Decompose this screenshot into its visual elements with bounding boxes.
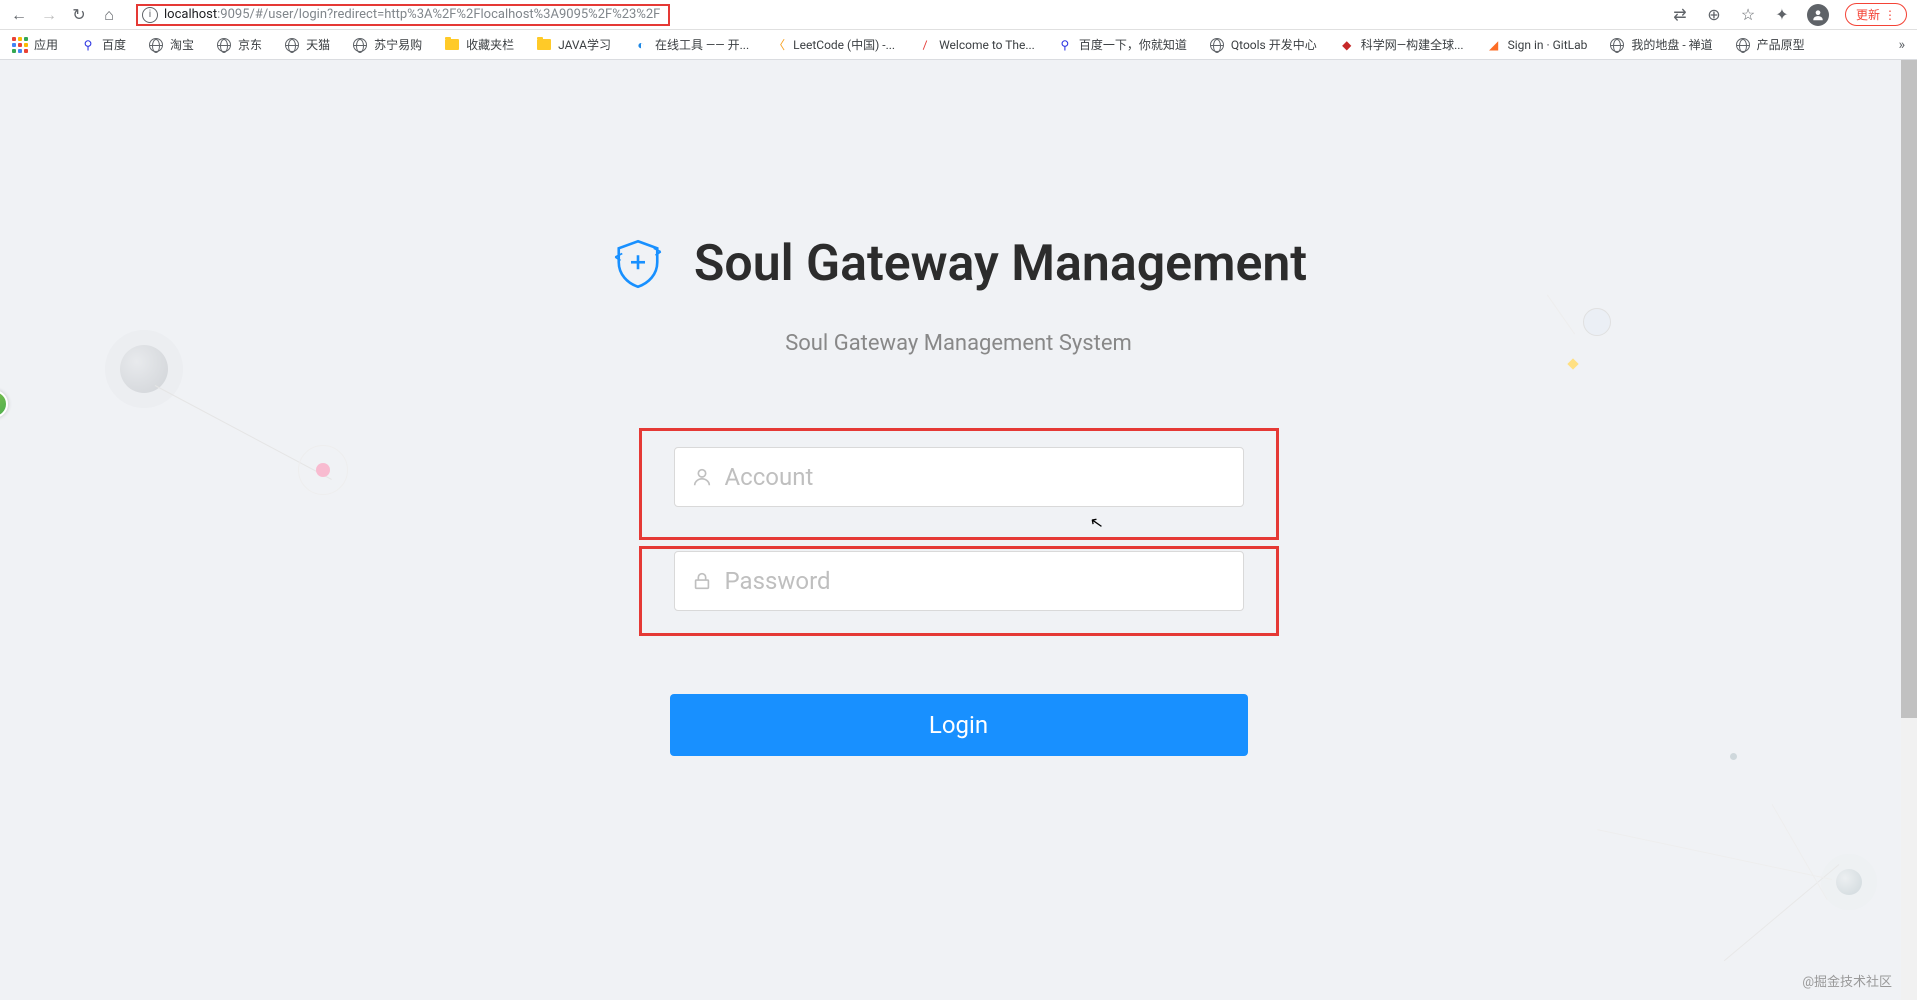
forward-button[interactable]: → [40,6,58,24]
login-button[interactable]: Login [670,694,1248,756]
globe-icon [284,37,300,53]
account-input[interactable] [725,463,1227,491]
globe-icon [1209,37,1225,53]
folder-icon [536,37,552,53]
decoration [1836,869,1862,895]
logo-title-row: Soul Gateway Management [0,235,1917,293]
paw-icon: ⚲ [1057,37,1073,53]
site-info-icon[interactable]: i [142,7,158,23]
bookmark-taobao[interactable]: 淘宝 [148,36,194,53]
bookmark-gitlab[interactable]: ◢Sign in · GitLab [1486,37,1588,53]
profile-avatar[interactable] [1807,4,1829,26]
home-button[interactable]: ⌂ [100,6,118,24]
bookmark-baidu2[interactable]: ⚲百度一下，你就知道 [1057,36,1187,53]
bookmark-welcome[interactable]: /Welcome to The... [917,37,1035,53]
page-subtitle: Soul Gateway Management System [0,331,1917,356]
globe-icon [216,37,232,53]
watermark-text: @掘金技术社区 [1802,971,1892,990]
bookmark-folder-java[interactable]: JAVA学习 [536,36,611,53]
password-input-wrap[interactable] [674,551,1244,611]
password-field-highlight [639,546,1279,636]
extensions-icon[interactable]: ✦ [1773,6,1791,24]
page-title: Soul Gateway Management [694,235,1307,293]
decoration [1821,854,1877,910]
folder-icon [444,37,460,53]
bookmark-qtools[interactable]: Qtools 开发中心 [1209,36,1317,53]
bookmark-zentao[interactable]: 我的地盘 - 禅道 [1609,36,1712,53]
apps-label: 应用 [34,36,58,53]
bookmark-sciencenet[interactable]: ◆科学网—构建全球... [1339,36,1464,53]
bookmark-baidu[interactable]: ⚲百度 [80,36,126,53]
reload-button[interactable]: ↻ [70,6,88,24]
globe-icon [352,37,368,53]
page-content: Soul Gateway Management Soul Gateway Man… [0,60,1917,1000]
globe-icon [1735,37,1751,53]
bookmark-tmall[interactable]: 天猫 [284,36,330,53]
update-button[interactable]: 更新 ⋮ [1845,3,1907,26]
gitlab-icon: ◢ [1486,37,1502,53]
zoom-icon[interactable]: ⊕ [1705,6,1723,24]
menu-dots-icon: ⋮ [1884,8,1896,22]
account-field-highlight [639,428,1279,540]
update-label: 更新 [1856,6,1880,23]
lock-icon [691,570,713,592]
decoration [1772,804,1828,900]
red-icon: ◆ [1339,37,1355,53]
url-bar-highlight: i localhost:9095/#/user/login?redirect=h… [136,4,670,26]
apps-icon [12,37,28,53]
shield-logo-icon [610,236,666,292]
leetcode-icon: 〈 [771,37,787,53]
user-icon [691,466,713,488]
toolbar-right: ⇄ ⊕ ☆ ✦ 更新 ⋮ [1671,3,1907,26]
tool-icon: ◐ [633,37,649,53]
globe-icon [1609,37,1625,53]
url-text[interactable]: localhost:9095/#/user/login?redirect=htt… [164,7,660,22]
globe-icon [148,37,164,53]
slash-icon: / [917,37,933,53]
bookmark-suning[interactable]: 苏宁易购 [352,36,422,53]
bookmark-leetcode[interactable]: 〈LeetCode (中国) -... [771,36,895,53]
decoration [1597,829,1832,880]
translate-icon[interactable]: ⇄ [1671,6,1689,24]
star-icon[interactable]: ☆ [1739,6,1757,24]
scrollbar-thumb[interactable] [1901,60,1917,718]
page-scrollbar[interactable] [1901,60,1917,1000]
bookmarks-bar: 应用 ⚲百度 淘宝 京东 天猫 苏宁易购 收藏夹栏 JAVA学习 ◐在线工具 —… [0,30,1917,60]
decoration [1724,864,1840,961]
bookmark-tools[interactable]: ◐在线工具 —— 开... [633,36,749,53]
login-form: Login [639,428,1279,756]
account-input-wrap[interactable] [674,447,1244,507]
browser-nav-bar: ← → ↻ ⌂ i localhost:9095/#/user/login?re… [0,0,1917,30]
bookmark-prototype[interactable]: 产品原型 [1735,36,1805,53]
login-container: Soul Gateway Management Soul Gateway Man… [0,60,1917,756]
bookmarks-overflow[interactable]: » [1898,37,1905,53]
apps-button[interactable]: 应用 [12,36,58,53]
back-button[interactable]: ← [10,6,28,24]
paw-icon: ⚲ [80,37,96,53]
password-input[interactable] [725,567,1227,595]
bookmark-folder-fav[interactable]: 收藏夹栏 [444,36,514,53]
bookmark-jd[interactable]: 京东 [216,36,262,53]
